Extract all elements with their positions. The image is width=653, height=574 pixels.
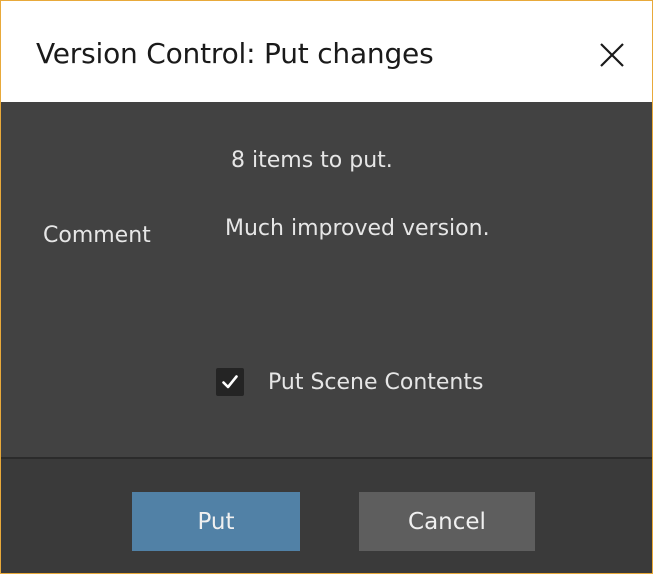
dialog-content: 8 items to put. Comment Much improved ve…: [1, 102, 652, 457]
comment-label: Comment: [43, 223, 151, 248]
put-scene-contents-checkbox-row[interactable]: Put Scene Contents: [216, 366, 483, 398]
put-changes-dialog: Version Control: Put changes 8 items to …: [0, 0, 653, 574]
dialog-titlebar: Version Control: Put changes: [1, 1, 652, 102]
cancel-button[interactable]: Cancel: [359, 492, 535, 551]
checkmark-icon: [222, 375, 238, 389]
close-icon: [600, 43, 624, 67]
dialog-footer: Put Cancel: [1, 459, 652, 573]
dialog-title: Version Control: Put changes: [36, 37, 434, 70]
put-scene-contents-label: Put Scene Contents: [268, 369, 484, 395]
put-button[interactable]: Put: [132, 492, 300, 551]
items-count-text: 8 items to put.: [231, 148, 393, 173]
close-button[interactable]: [592, 35, 632, 75]
comment-field[interactable]: Much improved version.: [225, 216, 625, 241]
put-scene-contents-checkbox[interactable]: [216, 368, 244, 396]
